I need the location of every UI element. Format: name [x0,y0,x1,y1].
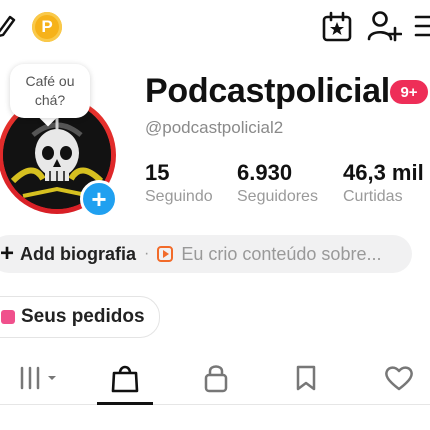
following-count[interactable]: 15 [145,160,169,186]
separator: · [144,245,150,262]
status-bubble[interactable]: Café ou chá? [10,64,90,118]
tab-grid[interactable] [18,364,60,397]
notification-badge[interactable]: 9+ [390,80,428,104]
bio-hint[interactable]: Eu crio conteúdo sobre... [181,244,381,265]
following-label[interactable]: Seguindo [145,188,213,206]
add-user-icon[interactable] [366,9,402,43]
tab-shop[interactable] [110,362,140,399]
orders-label: Seus pedidos [21,306,145,327]
menu-icon[interactable] [414,14,430,38]
shop-bag-icon [111,365,139,393]
tab-liked[interactable] [383,364,415,397]
grid-icon [20,366,56,390]
likes-label[interactable]: Curtidas [343,188,403,206]
add-bio-button[interactable]: Add biografia [20,244,136,265]
handle[interactable]: @podcastpolicial2 [145,118,283,138]
username: Podcastpolicial [145,72,390,110]
pencil-icon[interactable] [0,12,18,38]
plus-icon: + [0,240,15,267]
active-tab-indicator [97,402,153,405]
likes-count[interactable]: 46,3 mil [343,160,424,186]
calendar-star-icon[interactable] [320,10,354,44]
tab-saved[interactable] [294,364,318,397]
orders-icon [1,310,15,324]
add-plus-icon: + [91,184,107,214]
tabs-divider [0,404,430,405]
coin-label: P [41,17,53,36]
add-story-button[interactable]: + [80,180,118,218]
coin-icon[interactable]: P [32,12,62,42]
heart-icon [385,366,413,391]
play-icon [157,246,174,262]
bubble-line-2: chá? [34,92,66,108]
bio-bar[interactable]: + Add biografia · Eu crio conteúdo sobre… [0,235,412,273]
followers-label[interactable]: Seguidores [237,188,318,206]
lock-icon [204,365,228,393]
tab-private[interactable] [202,363,230,398]
bubble-line-1: Café ou [25,73,75,89]
followers-count[interactable]: 6.930 [237,160,292,186]
bookmark-icon [296,365,316,391]
orders-button[interactable]: Seus pedidos [0,296,160,338]
